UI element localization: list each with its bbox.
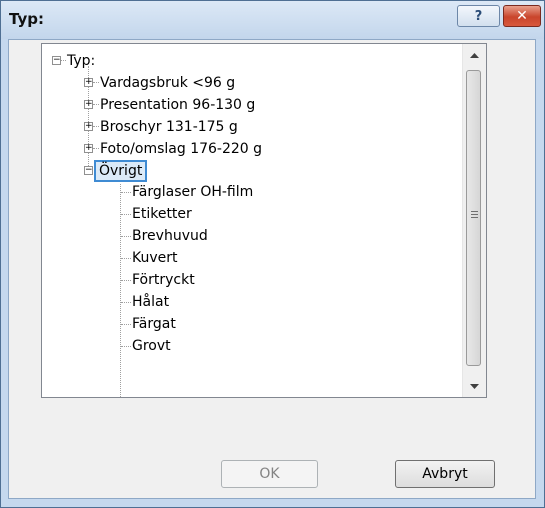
tree-connector xyxy=(121,280,131,281)
tree-connector xyxy=(121,214,131,215)
tree-connector xyxy=(121,302,131,303)
dialog-title: Typ: xyxy=(9,10,44,28)
ok-button[interactable]: OK xyxy=(221,460,318,488)
tree-child-grovt[interactable]: Grovt xyxy=(132,335,171,357)
collapse-ovrigt-icon[interactable]: − xyxy=(84,166,93,175)
tree-connector xyxy=(121,258,131,259)
vertical-scrollbar[interactable] xyxy=(462,44,486,397)
tree-connector xyxy=(93,104,99,105)
scroll-grip-line xyxy=(471,214,478,215)
scroll-down-arrow-icon xyxy=(470,383,479,389)
tree-item-ovrigt-selected[interactable]: Övrigt xyxy=(94,160,148,182)
tree-item-presentation[interactable]: Presentation 96-130 g xyxy=(100,94,255,116)
scroll-down-button[interactable] xyxy=(463,375,486,397)
tree-child-farglaser[interactable]: Färglaser OH-film xyxy=(132,181,253,203)
tree-connector xyxy=(121,324,131,325)
close-icon: ✕ xyxy=(516,8,528,24)
help-icon: ? xyxy=(474,8,483,24)
scroll-up-button[interactable] xyxy=(463,44,486,66)
tree-connector xyxy=(121,192,131,193)
expand-broschyr-icon[interactable]: + xyxy=(84,122,93,131)
tree-item-broschyr[interactable]: Broschyr 131-175 g xyxy=(100,116,238,138)
type-tree-view[interactable]: − Typ: + Vardagsbruk <96 g + Presentatio… xyxy=(41,43,487,398)
tree-item-vardagsbruk[interactable]: Vardagsbruk <96 g xyxy=(100,72,235,94)
tree-connector xyxy=(121,346,131,347)
scroll-thumb[interactable] xyxy=(466,70,481,366)
tree-connector xyxy=(61,60,66,61)
tree-connector xyxy=(120,184,121,397)
tree-child-farget[interactable]: Färgat xyxy=(132,313,176,335)
scroll-grip-line xyxy=(471,217,478,218)
scroll-up-arrow-icon xyxy=(470,52,479,58)
tree-connector xyxy=(93,148,99,149)
title-bar[interactable]: Typ: ? ✕ xyxy=(1,1,544,39)
cancel-button[interactable]: Avbryt xyxy=(395,460,495,488)
tree-child-halat[interactable]: Hålat xyxy=(132,291,169,313)
scroll-grip-line xyxy=(471,211,478,212)
close-button[interactable]: ✕ xyxy=(503,5,541,27)
tree-content: − Typ: + Vardagsbruk <96 g + Presentatio… xyxy=(42,44,462,397)
tree-child-brevhuvud[interactable]: Brevhuvud xyxy=(132,225,208,247)
tree-connector xyxy=(93,82,99,83)
expand-presentation-icon[interactable]: + xyxy=(84,100,93,109)
tree-root-label[interactable]: Typ: xyxy=(67,50,95,72)
tree-connector xyxy=(121,236,131,237)
expand-foto-omslag-icon[interactable]: + xyxy=(84,144,93,153)
tree-child-fortryckt[interactable]: Förtryckt xyxy=(132,269,195,291)
tree-child-etiketter[interactable]: Etiketter xyxy=(132,203,192,225)
collapse-root-icon[interactable]: − xyxy=(52,56,61,65)
expand-vardagsbruk-icon[interactable]: + xyxy=(84,78,93,87)
help-button[interactable]: ? xyxy=(457,5,500,27)
tree-child-kuvert[interactable]: Kuvert xyxy=(132,247,178,269)
tree-connector xyxy=(93,126,99,127)
tree-item-foto-omslag[interactable]: Foto/omslag 176-220 g xyxy=(100,138,262,160)
dialog-window: Typ: ? ✕ − Typ: + Vardagsbruk <96 g + Pr… xyxy=(0,0,545,508)
